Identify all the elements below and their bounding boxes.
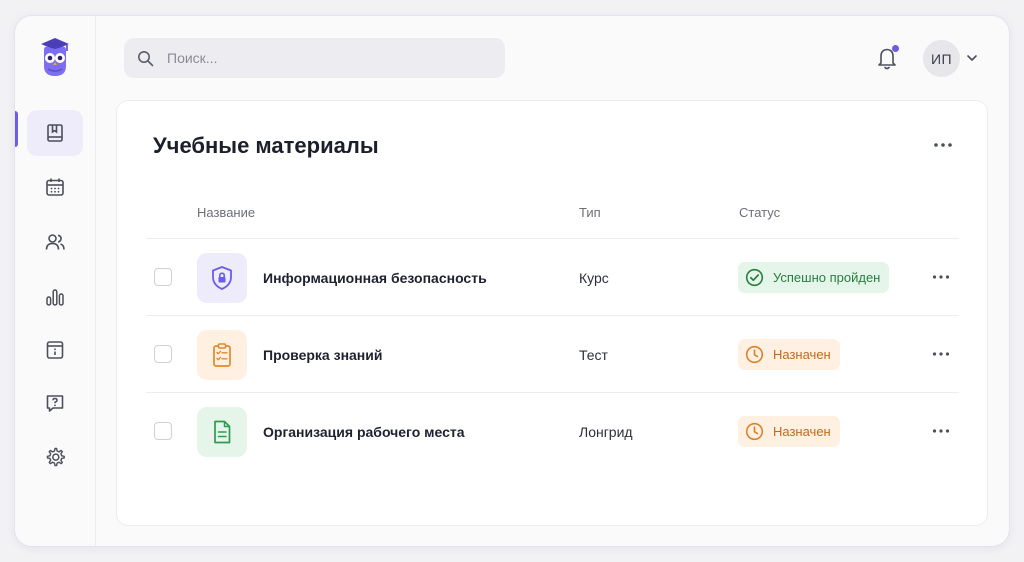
check-circle-icon [745, 268, 764, 287]
table-row[interactable]: Информационная безопасность Курс Успешно… [117, 239, 987, 315]
search-input[interactable] [167, 50, 487, 66]
status-badge: Назначен [738, 339, 840, 370]
avatar[interactable]: ИП [923, 40, 960, 77]
nav-active-indicator [15, 111, 18, 147]
sidebar-item-help[interactable] [27, 380, 83, 426]
row-type-icon [197, 407, 247, 457]
row-checkbox[interactable] [154, 345, 172, 363]
help-chat-icon [46, 395, 64, 412]
table-row[interactable]: Организация рабочего места Лонгрид Назна… [117, 393, 987, 469]
sidebar-item-analytics[interactable] [27, 274, 83, 320]
clock-icon [745, 422, 764, 441]
more-options-icon[interactable] [932, 428, 950, 434]
row-type-icon [197, 330, 247, 380]
notification-dot [892, 45, 899, 52]
checklist-clipboard-icon [213, 343, 231, 367]
status-badge: Назначен [738, 416, 840, 447]
book-icon [47, 124, 63, 142]
bar-chart-icon [46, 289, 64, 306]
row-checkbox[interactable] [154, 422, 172, 440]
owl-logo[interactable] [38, 36, 72, 78]
sidebar [15, 16, 96, 546]
row-title[interactable]: Проверка знаний [263, 347, 382, 363]
column-header-name[interactable]: Название [197, 205, 255, 220]
sidebar-item-reports[interactable] [27, 327, 83, 373]
row-type: Курс [579, 270, 609, 286]
status-text: Назначен [773, 347, 831, 362]
row-title[interactable]: Информационная безопасность [263, 270, 487, 286]
more-options-icon[interactable] [933, 141, 953, 149]
row-type: Лонгрид [579, 424, 633, 440]
table-row[interactable]: Проверка знаний Тест Назначен [117, 316, 987, 392]
row-type: Тест [579, 347, 608, 363]
sidebar-item-settings[interactable] [27, 434, 83, 480]
status-text: Успешно пройден [773, 270, 881, 285]
sidebar-item-materials[interactable] [27, 110, 83, 156]
document-info-icon [46, 341, 64, 359]
materials-card: Учебные материалы Название Тип Статус Ин… [116, 100, 988, 526]
document-icon [214, 420, 231, 444]
status-text: Назначен [773, 424, 831, 439]
app-window: ИП Учебные материалы Название Тип Статус… [14, 15, 1010, 547]
more-options-icon[interactable] [932, 351, 950, 357]
sidebar-item-calendar[interactable] [27, 164, 83, 210]
more-options-icon[interactable] [932, 274, 950, 280]
page-title: Учебные материалы [153, 133, 379, 158]
row-type-icon [197, 253, 247, 303]
search-icon [138, 50, 154, 66]
search-bar[interactable] [124, 38, 505, 78]
column-header-status[interactable]: Статус [739, 205, 780, 220]
column-header-type[interactable]: Тип [579, 205, 601, 220]
calendar-icon [46, 178, 64, 196]
gear-icon [46, 447, 65, 467]
shield-lock-icon [212, 266, 232, 290]
users-icon [45, 234, 65, 250]
status-badge: Успешно пройден [738, 262, 890, 293]
sidebar-item-users[interactable] [27, 219, 83, 265]
row-title[interactable]: Организация рабочего места [263, 424, 465, 440]
notifications-button[interactable] [875, 44, 901, 72]
chevron-down-icon[interactable] [966, 53, 978, 63]
clock-icon [745, 345, 764, 364]
row-checkbox[interactable] [154, 268, 172, 286]
